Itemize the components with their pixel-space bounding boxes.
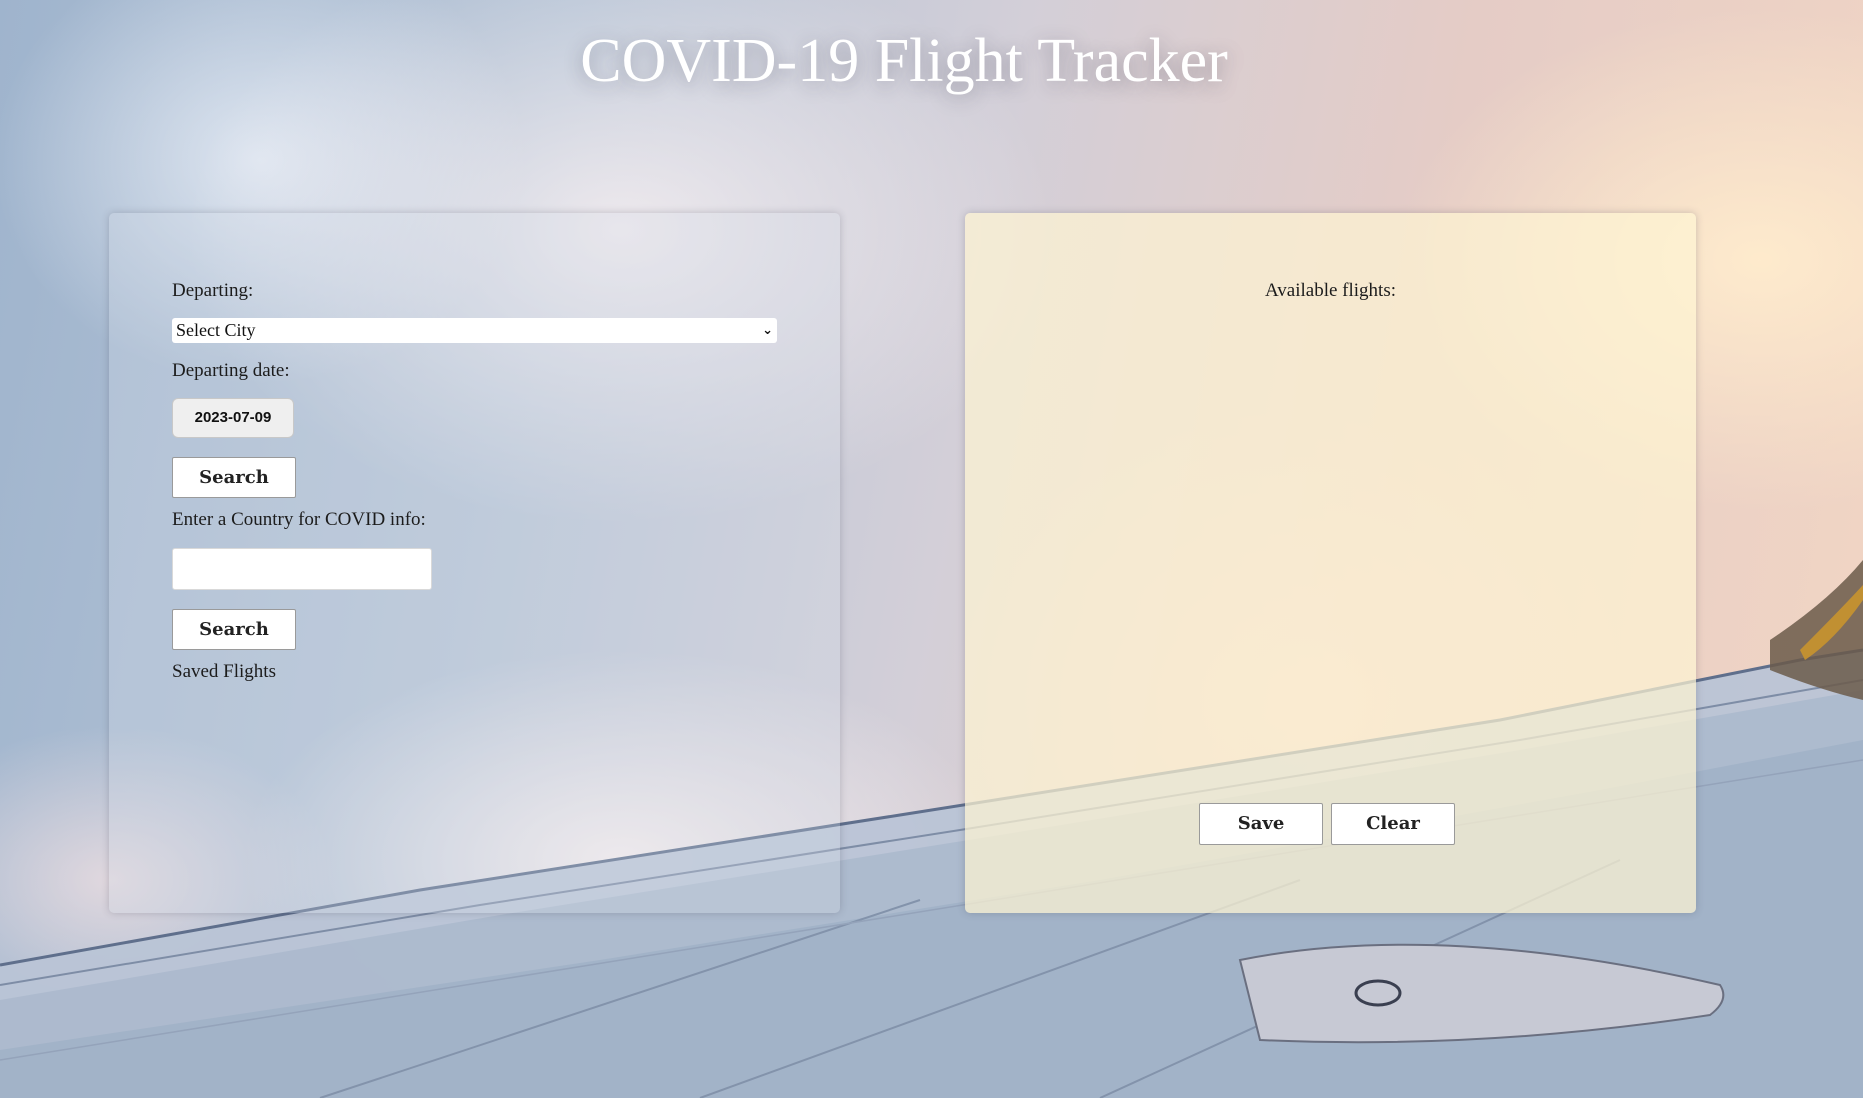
available-flights-heading: Available flights: bbox=[1264, 280, 1397, 301]
departing-date-picker[interactable]: 2023-07-09 bbox=[172, 398, 294, 438]
country-search-button[interactable]: Search bbox=[172, 609, 296, 650]
page-background: COVID-19 Flight Tracker Departing: Selec… bbox=[0, 0, 1863, 1098]
saved-flights-label: Saved Flights bbox=[172, 661, 276, 682]
clear-button[interactable]: Clear bbox=[1331, 803, 1455, 845]
country-input[interactable] bbox=[172, 548, 432, 590]
search-panel: Departing: Select City ⌄ Departing date:… bbox=[109, 213, 840, 913]
page-title: COVID-19 Flight Tracker bbox=[580, 27, 1228, 95]
available-flights-list bbox=[1005, 323, 1656, 773]
departing-label: Departing: bbox=[172, 280, 254, 301]
save-button[interactable]: Save bbox=[1199, 803, 1323, 845]
departing-city-select-value: Select City bbox=[176, 320, 256, 340]
results-panel: Available flights: Save Clear bbox=[965, 213, 1696, 913]
flight-search-button[interactable]: Search bbox=[172, 457, 296, 498]
country-label: Enter a Country for COVID info: bbox=[172, 509, 426, 530]
chevron-down-icon: ⌄ bbox=[762, 323, 773, 338]
departing-date-label: Departing date: bbox=[172, 360, 290, 381]
departing-city-select[interactable]: Select City ⌄ bbox=[172, 318, 777, 343]
